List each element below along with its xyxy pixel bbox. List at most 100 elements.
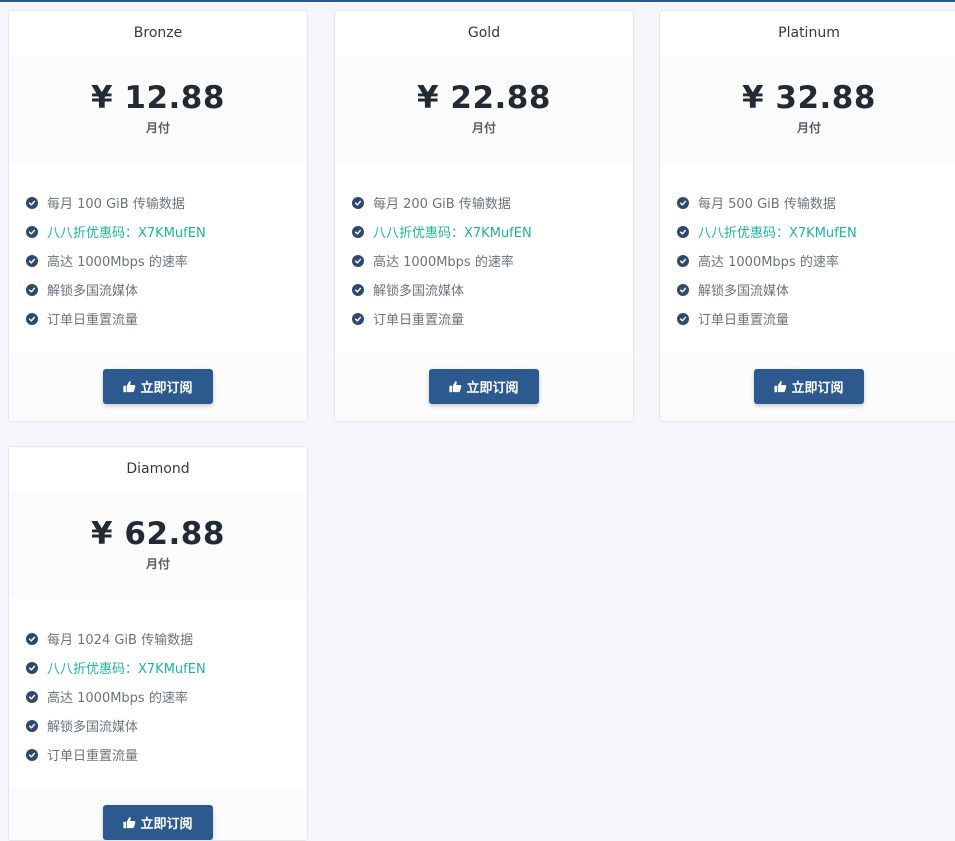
feature-text: 每月 100 GiB 传输数据 <box>47 197 185 212</box>
feature-text: 解锁多国流媒体 <box>698 284 790 299</box>
subscribe-button-diamond[interactable]: 立即订阅 <box>103 805 213 840</box>
plan-price: ¥ 32.88 <box>742 80 876 116</box>
feature-item: 高达 1000Mbps 的速率 <box>26 246 307 275</box>
feature-list: 每月 100 GiB 传输数据 八八折优惠码：X7KMufEN 高达 1000M… <box>9 162 307 353</box>
feature-item-promo: 八八折优惠码：X7KMufEN <box>26 217 307 246</box>
check-circle-icon <box>26 254 38 267</box>
plan-card-platinum: Platinum ¥ 32.88 月付 每月 500 GiB 传输数据 八八折优… <box>659 10 955 422</box>
check-circle-icon <box>352 283 364 296</box>
feature-text: 高达 1000Mbps 的速率 <box>373 255 514 270</box>
feature-item: 解锁多国流媒体 <box>26 275 307 304</box>
feature-text: 订单日重置流量 <box>47 749 139 764</box>
check-circle-icon <box>677 312 689 325</box>
feature-text: 高达 1000Mbps 的速率 <box>47 255 188 270</box>
plan-period: 月付 <box>145 557 170 571</box>
feature-text: 高达 1000Mbps 的速率 <box>698 255 839 270</box>
feature-text: 八八折优惠码：X7KMufEN <box>47 662 206 677</box>
feature-text: 订单日重置流量 <box>47 313 139 328</box>
card-footer: 立即订阅 <box>335 353 633 420</box>
plan-period: 月付 <box>471 121 496 135</box>
price-block: ¥ 32.88 月付 <box>660 56 955 162</box>
plan-period: 月付 <box>145 121 170 135</box>
card-footer: 立即订阅 <box>9 789 307 840</box>
feature-text: 每月 1024 GiB 传输数据 <box>47 633 194 648</box>
feature-item: 解锁多国流媒体 <box>677 275 955 304</box>
feature-list: 每月 200 GiB 传输数据 八八折优惠码：X7KMufEN 高达 1000M… <box>335 162 633 353</box>
check-circle-icon <box>677 225 689 238</box>
thumbs-up-icon <box>449 380 462 393</box>
thumbs-up-icon <box>123 816 136 829</box>
top-border <box>0 0 955 2</box>
check-circle-icon <box>677 254 689 267</box>
price-block: ¥ 62.88 月付 <box>9 492 307 598</box>
price-block: ¥ 22.88 月付 <box>335 56 633 162</box>
subscribe-label: 立即订阅 <box>466 381 519 396</box>
plan-price: ¥ 22.88 <box>417 80 551 116</box>
feature-item: 订单日重置流量 <box>26 304 307 333</box>
plan-name: Gold <box>467 25 501 41</box>
check-circle-icon <box>26 690 38 703</box>
feature-item-promo: 八八折优惠码：X7KMufEN <box>26 653 307 682</box>
check-circle-icon <box>352 196 364 209</box>
subscribe-label: 立即订阅 <box>140 381 193 396</box>
feature-text: 八八折优惠码：X7KMufEN <box>373 226 532 241</box>
price-block: ¥ 12.88 月付 <box>9 56 307 162</box>
plan-card-gold: Gold ¥ 22.88 月付 每月 200 GiB 传输数据 八八折优惠码：X… <box>334 10 634 422</box>
feature-list: 每月 500 GiB 传输数据 八八折优惠码：X7KMufEN 高达 1000M… <box>660 162 955 353</box>
feature-text: 解锁多国流媒体 <box>373 284 465 299</box>
plan-period: 月付 <box>796 121 821 135</box>
feature-item: 订单日重置流量 <box>26 740 307 769</box>
feature-item-promo: 八八折优惠码：X7KMufEN <box>677 217 955 246</box>
feature-item: 每月 200 GiB 传输数据 <box>352 188 633 217</box>
check-circle-icon <box>26 225 38 238</box>
feature-item: 解锁多国流媒体 <box>26 711 307 740</box>
feature-text: 解锁多国流媒体 <box>47 284 139 299</box>
check-circle-icon <box>26 632 38 645</box>
check-circle-icon <box>352 225 364 238</box>
check-circle-icon <box>26 283 38 296</box>
plan-price: ¥ 12.88 <box>91 80 225 116</box>
feature-text: 每月 200 GiB 传输数据 <box>373 197 511 212</box>
plan-price: ¥ 62.88 <box>91 516 225 552</box>
subscribe-button-bronze[interactable]: 立即订阅 <box>103 369 213 404</box>
feature-item: 订单日重置流量 <box>352 304 633 333</box>
plan-name: Diamond <box>126 461 190 477</box>
feature-text: 高达 1000Mbps 的速率 <box>47 691 188 706</box>
plan-card-diamond: Diamond ¥ 62.88 月付 每月 1024 GiB 传输数据 八八折优… <box>8 446 308 841</box>
feature-text: 订单日重置流量 <box>698 313 790 328</box>
check-circle-icon <box>352 254 364 267</box>
feature-text: 八八折优惠码：X7KMufEN <box>47 226 206 241</box>
thumbs-up-icon <box>123 380 136 393</box>
feature-item-promo: 八八折优惠码：X7KMufEN <box>352 217 633 246</box>
feature-item: 每月 500 GiB 传输数据 <box>677 188 955 217</box>
check-circle-icon <box>26 196 38 209</box>
feature-item: 订单日重置流量 <box>677 304 955 333</box>
plan-name: Platinum <box>778 25 840 41</box>
check-circle-icon <box>26 719 38 732</box>
feature-text: 订单日重置流量 <box>373 313 465 328</box>
feature-list: 每月 1024 GiB 传输数据 八八折优惠码：X7KMufEN 高达 1000… <box>9 598 307 789</box>
subscribe-button-platinum[interactable]: 立即订阅 <box>754 369 864 404</box>
plan-name: Bronze <box>133 25 183 41</box>
thumbs-up-icon <box>774 380 787 393</box>
check-circle-icon <box>26 312 38 325</box>
feature-item: 高达 1000Mbps 的速率 <box>677 246 955 275</box>
feature-text: 每月 500 GiB 传输数据 <box>698 197 836 212</box>
subscribe-label: 立即订阅 <box>791 381 844 396</box>
check-circle-icon <box>352 312 364 325</box>
feature-text: 解锁多国流媒体 <box>47 720 139 735</box>
subscribe-label: 立即订阅 <box>140 817 193 832</box>
check-circle-icon <box>677 196 689 209</box>
subscribe-button-gold[interactable]: 立即订阅 <box>429 369 539 404</box>
check-circle-icon <box>26 748 38 761</box>
feature-item: 高达 1000Mbps 的速率 <box>352 246 633 275</box>
feature-item: 每月 100 GiB 传输数据 <box>26 188 307 217</box>
feature-item: 解锁多国流媒体 <box>352 275 633 304</box>
plan-card-bronze: Bronze ¥ 12.88 月付 每月 100 GiB 传输数据 八八折优惠码… <box>8 10 308 422</box>
card-footer: 立即订阅 <box>9 353 307 420</box>
card-footer: 立即订阅 <box>660 353 955 420</box>
check-circle-icon <box>677 283 689 296</box>
feature-item: 每月 1024 GiB 传输数据 <box>26 624 307 653</box>
check-circle-icon <box>26 661 38 674</box>
feature-text: 八八折优惠码：X7KMufEN <box>698 226 857 241</box>
